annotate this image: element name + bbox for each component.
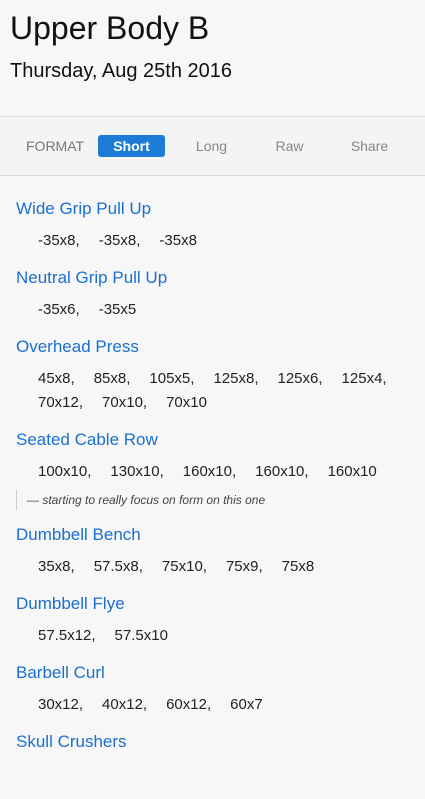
exercise-item: Neutral Grip Pull Up -35x6, -35x5 [16,267,409,322]
set-entry: 70x10, [102,394,148,411]
set-entry: 160x10, [255,463,309,480]
format-label: FORMAT [26,138,85,154]
exercise-name-link[interactable]: Skull Crushers [16,731,409,753]
exercise-sets: -35x6, -35x5 [16,289,409,322]
set-entry: 40x12, [102,696,148,713]
set-entry: 125x6, [277,370,323,387]
set-entry: 57.5x10 [114,627,168,644]
exercise-sets: 45x8, 85x8, 105x5, 125x8, 125x6, 125x4, 70x12,… [16,358,409,415]
exercise-item: Barbell Curl 30x12, 40x12, 60x12, 60x7 [16,662,409,717]
set-entry: 35x8, [38,558,75,575]
exercise-item: Wide Grip Pull Up -35x8, -35x8, -35x8 [16,198,409,253]
exercise-name-link[interactable]: Dumbbell Flye [16,593,409,615]
set-entry: 75x8 [281,558,315,575]
exercise-item: Overhead Press 45x8, 85x8, 105x5, 125x8, 125x… [16,336,409,415]
set-entry: 75x9, [225,558,263,575]
set-entry: 45x8, [38,370,75,387]
format-option-share[interactable]: Share [336,135,403,157]
exercise-name-link[interactable]: Overhead Press [16,336,409,358]
set-entry: 130x10, [110,463,164,480]
exercise-sets: 30x12, 40x12, 60x12, 60x7 [16,684,409,717]
format-option-raw[interactable]: Raw [256,135,323,157]
set-entry: 100x10, [38,463,92,480]
set-entry: 160x10 [327,463,377,480]
set-entry: 160x10, [182,463,237,480]
format-bar: FORMAT Short Long Raw Share [0,116,425,176]
set-entry: 105x5, [149,370,195,387]
set-entry: 125x4, [341,370,387,387]
set-entry: 60x7 [230,696,263,713]
set-entry: -35x8, [38,232,80,249]
exercise-name-link[interactable]: Wide Grip Pull Up [16,198,409,220]
set-entry: 30x12, [38,696,84,713]
exercise-sets: 35x8, 57.5x8, 75x10, 75x9, 75x8 [16,546,409,579]
set-entry: -35x8, [98,232,141,249]
set-entry: 125x8, [213,370,259,387]
workout-title: Upper Body B [10,10,210,46]
exercise-name-link[interactable]: Dumbbell Bench [16,524,409,546]
exercise-sets: 57.5x12, 57.5x10 [16,615,409,648]
set-entry: 75x10, [161,558,207,575]
set-entry: 57.5x12, [38,627,96,644]
exercise-name-link[interactable]: Seated Cable Row [16,429,409,451]
set-entry: 70x12, [38,394,84,411]
workout-date: Thursday, Aug 25th 2016 [10,60,233,82]
workout-header: Upper Body B Thursday, Aug 25th 2016 [0,0,425,116]
exercise-item: Dumbbell Bench 35x8, 57.5x8, 75x10, 75x9, 75x… [16,524,409,579]
exercise-item: Skull Crushers [16,731,409,753]
set-entry: 57.5x8, [93,558,143,575]
exercise-sets: 100x10, 130x10, 160x10, 160x10, 160x10 [16,451,409,484]
exercise-item: Dumbbell Flye 57.5x12, 57.5x10 [16,593,409,648]
set-entry: -35x5 [98,301,137,318]
exercise-name-link[interactable]: Barbell Curl [16,662,409,684]
exercise-name-link[interactable]: Neutral Grip Pull Up [16,267,409,289]
set-entry: -35x6, [38,301,80,318]
set-entry: 60x12, [166,696,212,713]
exercise-sets: -35x8, -35x8, -35x8 [16,220,409,253]
format-option-short[interactable]: Short [98,135,165,157]
set-entry: 70x10 [166,394,207,411]
exercise-list: Wide Grip Pull Up -35x8, -35x8, -35x8 Neutra… [0,176,425,753]
set-entry: -35x8 [159,232,197,249]
format-option-long[interactable]: Long [178,135,245,157]
exercise-item: Seated Cable Row 100x10, 130x10, 160x10, 160… [16,429,409,510]
set-entry: 85x8, [93,370,131,387]
exercise-note: — starting to really focus on form on th… [16,490,409,510]
